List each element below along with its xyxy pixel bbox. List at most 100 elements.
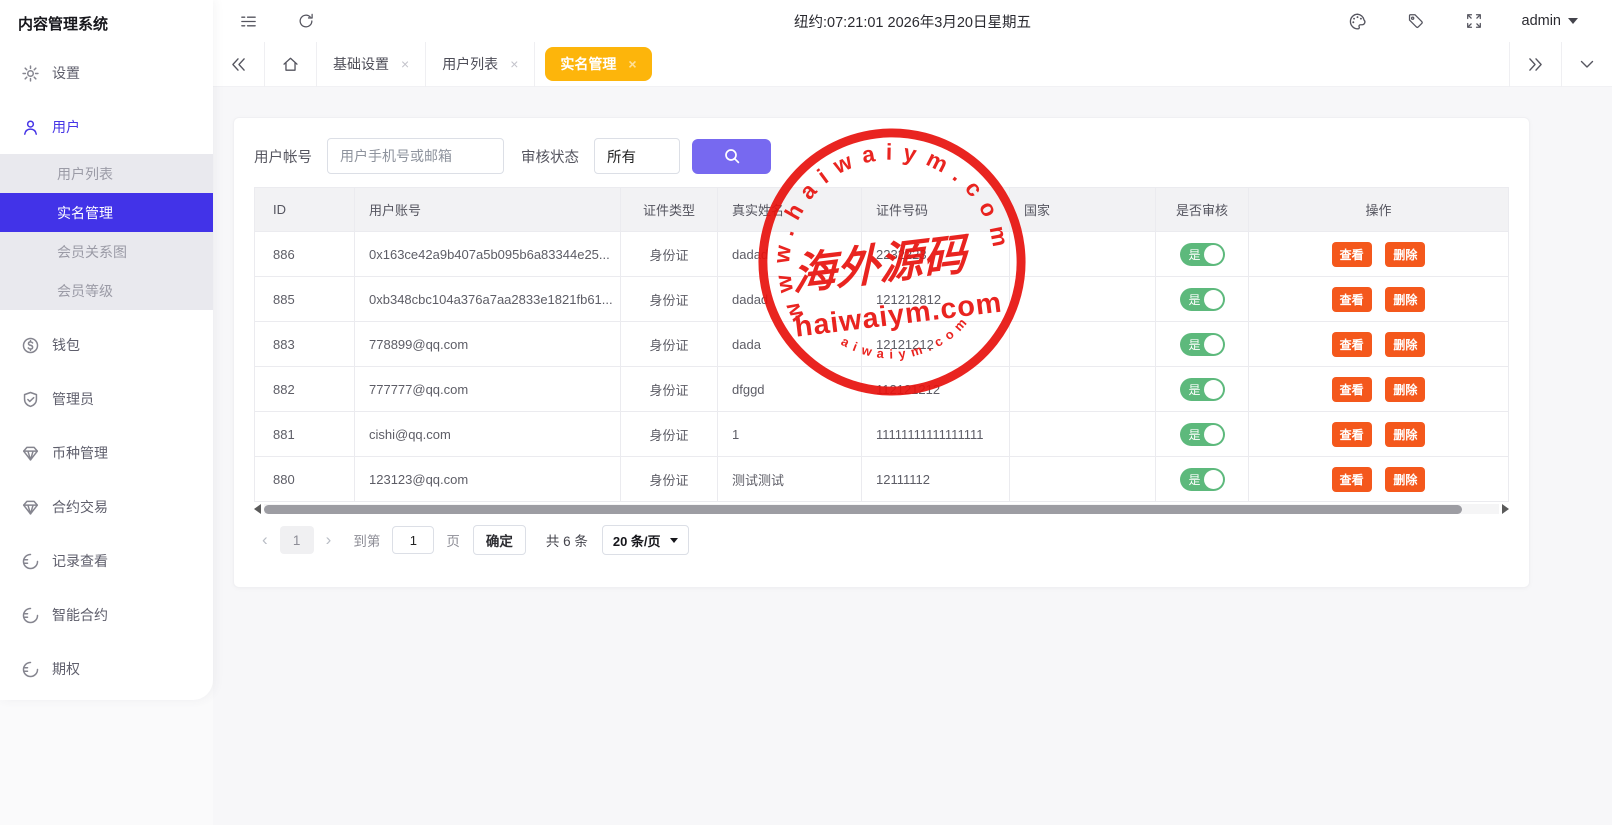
toggle-knob [1204,470,1223,489]
approved-toggle[interactable]: 是 [1180,243,1225,266]
delete-button[interactable]: 删除 [1385,242,1425,267]
close-tab-icon[interactable]: × [628,56,636,72]
cell-id-type: 身份证 [621,277,718,322]
cell-id-number: 2232223 [862,232,1010,277]
approved-toggle[interactable]: 是 [1180,333,1225,356]
approved-toggle[interactable]: 是 [1180,468,1225,491]
sidebar-item-label: 用户 [52,117,80,137]
table-row: 885 0xb348cbc104a376a7aa2833e1821fb61...… [255,277,1509,322]
refresh-button[interactable] [273,0,330,42]
col-header-country: 国家 [1010,188,1156,232]
total-count: 共 6 条 [546,530,588,550]
tabs-menu-button[interactable] [1561,42,1612,87]
view-button[interactable]: 查看 [1332,287,1372,312]
sidebar-item-user-list[interactable]: 用户列表 [0,154,213,193]
view-button[interactable]: 查看 [1332,422,1372,447]
account-input[interactable] [327,138,504,174]
sidebar-item-wallet[interactable]: 钱包 [0,318,213,372]
col-header-real-name: 真实姓名 [718,188,862,232]
scrollbar-thumb[interactable] [264,505,1462,514]
delete-button[interactable]: 删除 [1385,467,1425,492]
delete-button[interactable]: 删除 [1385,332,1425,357]
view-button[interactable]: 查看 [1332,467,1372,492]
sidebar-item-currency[interactable]: 币种管理 [0,426,213,480]
sidebar-item-label: 记录查看 [52,551,108,571]
sidebar-item-label: 智能合约 [52,605,108,625]
toggle-label: 是 [1189,426,1201,443]
toggle-label: 是 [1189,471,1201,488]
scroll-left-arrow-icon[interactable] [254,504,261,514]
account-filter-label: 用户帐号 [254,146,312,167]
horizontal-scrollbar[interactable] [254,503,1509,515]
confirm-page-button[interactable]: 确定 [473,525,526,555]
view-button[interactable]: 查看 [1332,242,1372,267]
table-body: 886 0x163ce42a9b407a5b095b6a83344e25... … [255,232,1509,502]
delete-button[interactable]: 删除 [1385,287,1425,312]
goto-page-input[interactable] [392,526,434,554]
approved-toggle[interactable]: 是 [1180,423,1225,446]
tabs-scroll-left-button[interactable] [213,42,265,87]
sidebar-item-users[interactable]: 用户 [0,100,213,154]
toggle-label: 是 [1189,246,1201,263]
sidebar-item-contract-trade[interactable]: 合约交易 [0,480,213,534]
user-icon [22,119,39,136]
double-chevron-right-icon [1527,57,1544,72]
page-label: 页 [446,530,460,550]
user-menu[interactable]: admin [1508,13,1579,29]
current-page[interactable]: 1 [280,526,314,554]
history-circle-icon [22,607,39,624]
cell-account: 778899@qq.com [355,322,621,367]
sidebar-item-admins[interactable]: 管理员 [0,372,213,426]
next-page-button[interactable]: › [318,530,340,550]
cell-id-number: 112121212 [862,367,1010,412]
theme-button[interactable] [1333,0,1382,42]
sidebar-item-smart-contract[interactable]: 智能合约 [0,588,213,642]
collapse-sidebar-button[interactable] [213,0,273,42]
approved-toggle[interactable]: 是 [1180,378,1225,401]
tab-label: 实名管理 [560,54,616,74]
prev-page-button[interactable]: ‹ [254,530,276,550]
home-tab-button[interactable] [265,42,317,87]
shield-check-icon [22,391,39,408]
cell-id-number: 12111112 [862,457,1010,502]
dollar-circle-icon [22,337,39,354]
sidebar-item-options[interactable]: 期权 [0,642,213,696]
double-chevron-left-icon [230,57,247,72]
sidebar-item-realname[interactable]: 实名管理 [0,193,213,232]
tab-user-list[interactable]: 用户列表 × [426,42,535,87]
view-button[interactable]: 查看 [1332,332,1372,357]
scrollbar-track[interactable] [264,504,1499,514]
toggle-knob [1204,245,1223,264]
diamond-icon [22,445,39,462]
status-select[interactable]: 所有 [594,138,680,174]
sidebar-item-member-level[interactable]: 会员等级 [0,271,213,310]
cell-real-name: dada [718,322,862,367]
approved-toggle[interactable]: 是 [1180,288,1225,311]
tab-basic-settings[interactable]: 基础设置 × [317,42,426,87]
search-button[interactable] [692,139,771,174]
close-tab-icon[interactable]: × [401,56,409,72]
cell-id: 881 [255,412,355,457]
cell-country [1010,277,1156,322]
delete-button[interactable]: 删除 [1385,377,1425,402]
sidebar-item-member-graph[interactable]: 会员关系图 [0,232,213,271]
toggle-knob [1204,380,1223,399]
sidebar-item-label: 合约交易 [52,497,108,517]
tag-button[interactable] [1392,0,1440,42]
table-header-row: ID 用户账号 证件类型 真实姓名 证件号码 国家 是否审核 操作 [255,188,1509,232]
fullscreen-button[interactable] [1450,0,1498,42]
page-size-select[interactable]: 20 条/页 [602,525,689,555]
close-tab-icon[interactable]: × [510,56,518,72]
view-button[interactable]: 查看 [1332,377,1372,402]
delete-button[interactable]: 删除 [1385,422,1425,447]
home-icon [282,56,299,73]
sidebar-item-records[interactable]: 记录查看 [0,534,213,588]
cell-id-type: 身份证 [621,412,718,457]
tabs-scroll-right-button[interactable] [1509,42,1561,87]
toggle-knob [1204,290,1223,309]
sidebar: 内容管理系统 设置 用户 用户列表 实名管理 会员关系图 会员等级 钱包 管理员… [0,0,213,700]
scroll-right-arrow-icon[interactable] [1502,504,1509,514]
sidebar-item-settings[interactable]: 设置 [0,46,213,100]
tab-realname-management[interactable]: 实名管理 × [545,47,651,81]
palette-icon [1348,12,1367,31]
